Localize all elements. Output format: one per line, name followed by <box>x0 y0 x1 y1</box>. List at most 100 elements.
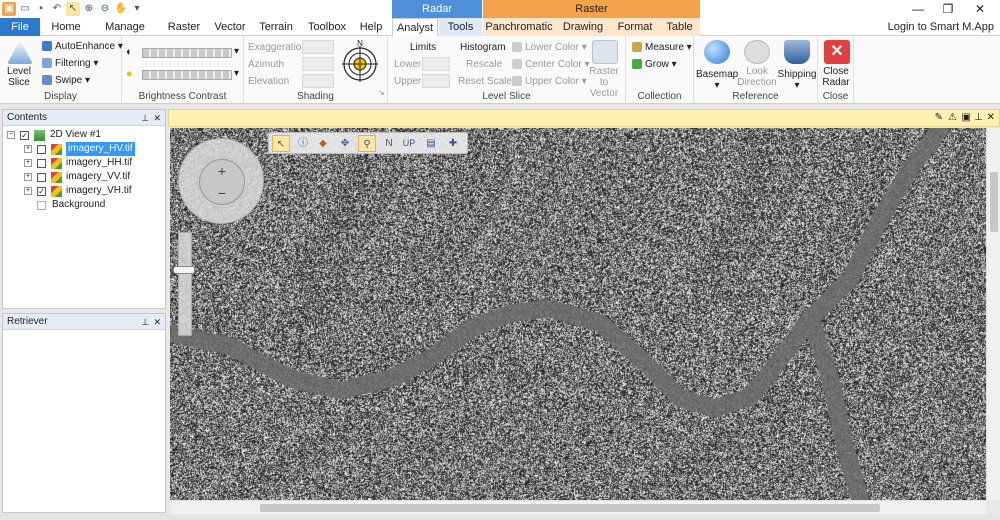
contrast-dropdown-icon[interactable]: ▾ <box>234 46 239 57</box>
expand-icon[interactable]: + <box>24 159 32 167</box>
customize-icon[interactable]: ▾ <box>130 2 144 16</box>
layer-checkbox[interactable]: ✓ <box>37 187 46 196</box>
tab-toolbox[interactable]: Toolbox <box>302 18 352 36</box>
azimuth-input[interactable] <box>302 57 334 71</box>
tab-terrain[interactable]: Terrain <box>254 18 298 36</box>
layer-checkbox[interactable] <box>37 173 46 182</box>
tab-vector[interactable]: Vector <box>208 18 252 36</box>
tab-raster[interactable]: Raster <box>162 18 206 36</box>
lower-input[interactable] <box>422 57 450 71</box>
save-icon[interactable]: ▪ <box>34 2 48 16</box>
restore-icon[interactable]: ❐ <box>934 0 962 18</box>
reset-scale-button[interactable]: Reset Scale <box>458 76 512 87</box>
upper-color-button[interactable]: Upper Color ▾ <box>512 76 587 87</box>
lower-color-button[interactable]: Lower Color ▾ <box>512 42 587 53</box>
collapse-icon[interactable]: − <box>7 131 15 139</box>
tab-manage-data[interactable]: Manage Data <box>92 18 158 51</box>
upper-input[interactable] <box>422 74 450 88</box>
exaggeration-input[interactable] <box>302 40 334 54</box>
pan-icon[interactable]: ✋ <box>114 2 128 16</box>
tab-home[interactable]: Home <box>44 18 88 36</box>
close-radar-button[interactable]: Close Radar <box>818 66 854 88</box>
login-link[interactable]: Login to Smart M.App <box>888 18 994 36</box>
expand-icon[interactable]: + <box>24 187 32 195</box>
layer-checkbox[interactable] <box>37 159 46 168</box>
tab-table[interactable]: Table <box>659 18 700 36</box>
context-group-raster: Raster <box>483 0 700 18</box>
layer-item[interactable]: + ✓ imagery_VH.tif <box>3 184 165 198</box>
tab-analyst[interactable]: Analyst <box>392 18 438 36</box>
navigation-zoom-control[interactable]: + − <box>199 159 245 205</box>
zoom-slider-thumb[interactable] <box>173 266 195 274</box>
tab-tools[interactable]: Tools <box>439 18 482 36</box>
rescale-button[interactable]: Rescale <box>466 59 502 70</box>
auto-enhance-button[interactable]: AutoEnhance ▾ <box>42 41 123 52</box>
fit-icon[interactable]: ▤ <box>422 135 440 152</box>
background-checkbox[interactable] <box>37 201 46 210</box>
grow-button[interactable]: Grow ▾ <box>632 59 677 70</box>
tab-format[interactable]: Format <box>611 18 659 36</box>
eraser-icon[interactable]: ◆ <box>314 135 332 152</box>
zoom-out-icon[interactable]: ⊖ <box>98 2 112 16</box>
vertical-scroll-thumb[interactable] <box>990 172 998 232</box>
pencil-icon[interactable]: ✎ <box>935 112 943 123</box>
nav-zoom-in-icon[interactable]: + <box>200 160 244 182</box>
pan-icon[interactable]: ✥ <box>336 135 354 152</box>
undo-icon[interactable]: ↶ <box>50 2 64 16</box>
shipping-button[interactable]: Shipping ▾ <box>776 69 818 91</box>
brightness-slider[interactable] <box>142 70 232 80</box>
layer-item[interactable]: + imagery_HH.tif <box>3 156 165 170</box>
navigation-wheel[interactable]: + − <box>178 138 264 224</box>
radar-image-view[interactable] <box>170 128 986 500</box>
horizontal-scroll-thumb[interactable] <box>260 504 880 512</box>
expand-icon[interactable]: + <box>24 145 32 153</box>
close-panel-icon[interactable]: ✕ <box>153 110 161 126</box>
crosshair-icon[interactable]: ✚ <box>444 135 462 152</box>
minimize-icon[interactable]: — <box>904 0 932 18</box>
nav-zoom-out-icon[interactable]: − <box>200 182 244 204</box>
north-icon[interactable]: N <box>380 135 398 152</box>
layer-checkbox[interactable] <box>37 145 46 154</box>
tree-root[interactable]: − ✓ 2D View #1 <box>3 128 165 142</box>
tab-help[interactable]: Help <box>354 18 388 36</box>
layer-item[interactable]: + imagery_VV.tif <box>3 170 165 184</box>
pin-icon[interactable]: ⊥ <box>141 110 149 126</box>
close-panel-icon[interactable]: ✕ <box>153 314 161 330</box>
brightness-dropdown-icon[interactable]: ▾ <box>234 68 239 79</box>
basemap-button[interactable]: Basemap ▾ <box>696 69 738 91</box>
tab-file[interactable]: File <box>0 18 40 36</box>
pin-icon[interactable]: ⊥ <box>974 112 983 123</box>
close-view-icon[interactable]: ✕ <box>987 112 995 123</box>
lock-icon[interactable]: ▣ <box>962 112 971 123</box>
look-direction-button[interactable]: Look Direction <box>736 66 778 88</box>
up-icon[interactable]: UP <box>400 135 418 152</box>
center-color-button[interactable]: Center Color ▾ <box>512 59 590 70</box>
filtering-button[interactable]: Filtering ▾ <box>42 58 98 69</box>
zoom-in-icon[interactable]: ⊕ <box>82 2 96 16</box>
pin-icon[interactable]: ⊥ <box>141 314 149 330</box>
close-icon[interactable]: ✕ <box>966 0 994 18</box>
zoom-slider-track[interactable] <box>178 232 192 336</box>
horizontal-scrollbar[interactable] <box>170 500 986 514</box>
histogram-button[interactable]: Histogram <box>460 42 506 53</box>
tab-drawing[interactable]: Drawing <box>555 18 611 36</box>
zoom-icon[interactable]: ⚲ <box>358 135 376 152</box>
layer-item[interactable]: + imagery_HV.tif <box>3 142 165 156</box>
select-arrow-icon[interactable]: ↖ <box>272 135 290 152</box>
compass-icon[interactable]: N <box>340 38 380 82</box>
contrast-slider[interactable] <box>142 48 232 58</box>
warning-icon[interactable]: ⚠ <box>948 112 957 123</box>
expand-icon[interactable]: + <box>24 173 32 181</box>
root-checkbox[interactable]: ✓ <box>20 131 29 140</box>
open-icon[interactable]: ▭ <box>18 2 32 16</box>
select-icon[interactable]: ↖ <box>66 2 80 16</box>
measure-button[interactable]: Measure ▾ <box>632 42 692 53</box>
level-slice-button[interactable]: Level Slice <box>2 66 36 88</box>
vertical-scrollbar[interactable] <box>986 128 1000 500</box>
tab-panchromatic[interactable]: Panchromatic <box>483 18 555 36</box>
layer-list: + imagery_HV.tif + imagery_HH.tif + imagery_V… <box>3 142 165 198</box>
info-icon[interactable]: ⓘ <box>294 135 312 152</box>
swipe-button[interactable]: Swipe ▾ <box>42 75 90 86</box>
tree-background[interactable]: Background <box>3 198 165 212</box>
elevation-input[interactable] <box>302 74 334 88</box>
